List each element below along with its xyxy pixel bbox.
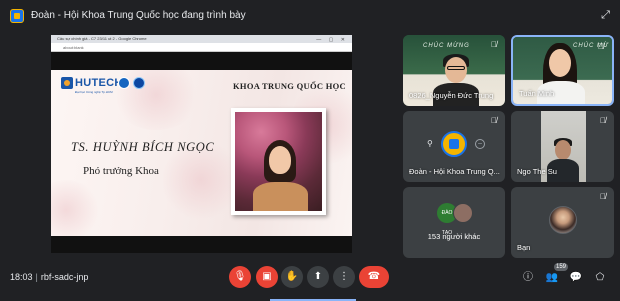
board-text: CHÚC MỪNG: [423, 43, 470, 49]
browser-window-title: Câu sự chính giả - C7 23/11 ut 2 - Googl…: [57, 36, 147, 41]
youth-union-badge-icon: [118, 77, 130, 89]
speaker-name: TS. HUỲNH BÍCH NGỌC: [71, 140, 215, 154]
mic-toggle-button[interactable]: 🎙: [229, 266, 251, 288]
shared-screen: Câu sự chính giả - C7 23/11 ut 2 - Googl…: [51, 35, 352, 253]
participants-count-badge: 159: [554, 263, 569, 271]
hutech-logo: HUTECH: [61, 77, 123, 89]
participant-name: Đoàn - Hội Khoa Trung Q...: [409, 167, 500, 176]
info-icon[interactable]: ⓘ: [521, 271, 535, 285]
slide-bottom-border: [51, 236, 352, 253]
present-icon: ⬆: [313, 271, 323, 282]
department-title: KHOA TRUNG QUỐC HỌC: [233, 81, 346, 91]
browser-url-bar: about:blank: [51, 43, 352, 52]
hand-icon: ✋: [285, 271, 299, 282]
presentation-icon: [10, 9, 24, 23]
mic-off-icon: 🎙̸: [491, 116, 497, 125]
hutech-logo-text: HUTECH: [75, 77, 123, 89]
more-options-button[interactable]: ⋮: [333, 266, 355, 288]
speaker-portrait: [231, 108, 326, 215]
participant-name: Ngo The Su: [517, 167, 557, 176]
chat-icon[interactable]: 💬: [569, 271, 583, 285]
mic-off-icon: 🎙̸: [598, 42, 604, 51]
hutech-mark-icon: [61, 77, 73, 89]
participant-tile-active-speaker[interactable]: CHÚC MỪ 🎙̸ Tuấn Minh: [511, 35, 614, 106]
mic-off-icon: 🎙̸: [491, 40, 497, 49]
participant-name: Bạn: [517, 243, 531, 252]
expand-icon[interactable]: ⤢: [599, 9, 612, 22]
clock: 18:03: [10, 272, 33, 282]
browser-title-bar: Câu sự chính giả - C7 23/11 ut 2 - Googl…: [51, 35, 352, 43]
mic-off-icon: 🎙̸: [600, 116, 606, 125]
participant-name: 0826_Nguyễn Đức Trung: [409, 91, 494, 100]
present-button[interactable]: ⬆: [307, 266, 329, 288]
people-icon[interactable]: 👥: [545, 271, 559, 285]
avatar: [549, 206, 577, 234]
meeting-code: rbf-sadc-jnp: [40, 272, 89, 282]
raise-hand-button[interactable]: ✋: [281, 266, 303, 288]
participant-name: Tuấn Minh: [519, 89, 555, 98]
phone-hangup-icon: ☎: [367, 271, 381, 282]
participant-tile[interactable]: CHÚC MỪNG 🎙̸ 0826_Nguyễn Đức Trung: [403, 35, 505, 106]
others-count: 153 người khác: [427, 232, 481, 241]
presenting-label: Đoàn - Hội Khoa Trung Quốc học đang trìn…: [31, 10, 246, 21]
participant-tile[interactable]: 🎙̸ Ngo The Su: [511, 111, 614, 182]
camera-off-icon: ▣: [262, 271, 272, 282]
self-tile[interactable]: 🎙̸ Bạn: [511, 187, 614, 258]
top-bar: Đoàn - Hội Khoa Trung Quốc học đang trìn…: [0, 0, 620, 34]
others-tile[interactable]: ĐÀO TẠO 153 người khác: [403, 187, 505, 258]
mic-off-icon: 🎙̸: [600, 192, 606, 201]
speaker-role: Phó trưởng Khoa: [83, 165, 159, 177]
leave-call-button[interactable]: ☎: [359, 266, 389, 288]
activities-icon[interactable]: ⬠: [593, 271, 607, 285]
slide: HUTECH Đại học Công nghệ Tp.HCM KHOA TRU…: [51, 70, 352, 236]
slide-top-border: [51, 52, 352, 70]
camera-toggle-button[interactable]: ▣: [256, 266, 278, 288]
more-vert-icon: ⋮: [339, 271, 349, 282]
participant-tile-presenter[interactable]: ⚲ − 🎙̸ Đoàn - Hội Khoa Trung Q...: [403, 111, 505, 182]
pin-icon[interactable]: ⚲: [427, 139, 435, 149]
student-association-badge-icon: [133, 77, 145, 89]
avatar: [441, 131, 467, 157]
remove-icon[interactable]: −: [475, 139, 485, 149]
hutech-subtitle: Đại học Công nghệ Tp.HCM: [75, 90, 113, 94]
meeting-info: 18:03 | rbf-sadc-jnp: [10, 272, 89, 282]
mic-off-icon: 🎙: [233, 271, 247, 282]
meet-window: Đoàn - Hội Khoa Trung Quốc học đang trìn…: [0, 0, 620, 301]
avatar: [453, 203, 473, 223]
